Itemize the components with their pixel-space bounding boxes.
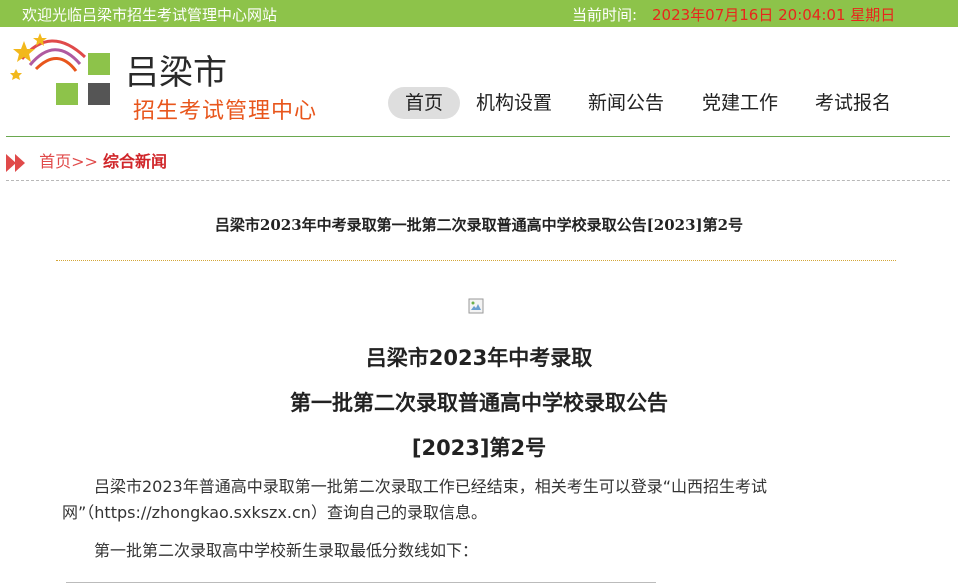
broken-image-icon [468, 298, 484, 314]
current-time: 2023年07月16日 20:04:01 星期日 [652, 6, 896, 24]
double-arrow-icon [6, 153, 25, 172]
site-name: 吕梁市 [125, 53, 227, 93]
article-paragraph-2: 第一批第二次录取高中学校新生录取最低分数线如下： [94, 541, 479, 560]
table-top-border [66, 582, 656, 583]
breadcrumb: 首页>> 综合新闻 [6, 148, 167, 172]
article-paragraph-1: 吕梁市2023年普通高中录取第一批第二次录取工作已经结束，相关考生可以登录“山西… [62, 477, 768, 522]
welcome-text: 欢迎光临吕梁市招生考试管理中心网站 [22, 6, 278, 24]
breadcrumb-separator: >> [71, 152, 98, 171]
breadcrumb-current[interactable]: 综合新闻 [103, 152, 167, 171]
site-logo[interactable] [10, 29, 120, 109]
announcement-heading-1: 吕梁市2023年中考录取 [365, 346, 593, 370]
site-subtitle: 招生考试管理中心 [133, 99, 318, 124]
announcement-heading-3: [2023]第2号 [411, 436, 547, 460]
top-bar: 欢迎光临吕梁市招生考试管理中心网站 当前时间: 2023年07月16日 20:0… [0, 0, 958, 27]
site-header: 吕梁市 招生考试管理中心 首页 机构设置 新闻公告 党建工作 考试报名 [0, 27, 958, 137]
nav-news[interactable]: 新闻公告 [588, 87, 664, 119]
breadcrumb-divider [6, 180, 950, 181]
nav-party-building[interactable]: 党建工作 [702, 87, 778, 119]
breadcrumb-home[interactable]: 首页 [39, 152, 71, 171]
nav-organization[interactable]: 机构设置 [476, 87, 552, 119]
title-divider [56, 260, 896, 261]
nav-home[interactable]: 首页 [388, 87, 461, 119]
header-divider [6, 136, 950, 137]
time-label: 当前时间: [572, 6, 638, 24]
article-title: 吕梁市2023年中考录取第一批第二次录取普通高中学校录取公告[2023]第2号 [214, 216, 744, 234]
nav-exam-registration[interactable]: 考试报名 [815, 87, 891, 119]
announcement-heading-2: 第一批第二次录取普通高中学校录取公告 [290, 391, 668, 415]
